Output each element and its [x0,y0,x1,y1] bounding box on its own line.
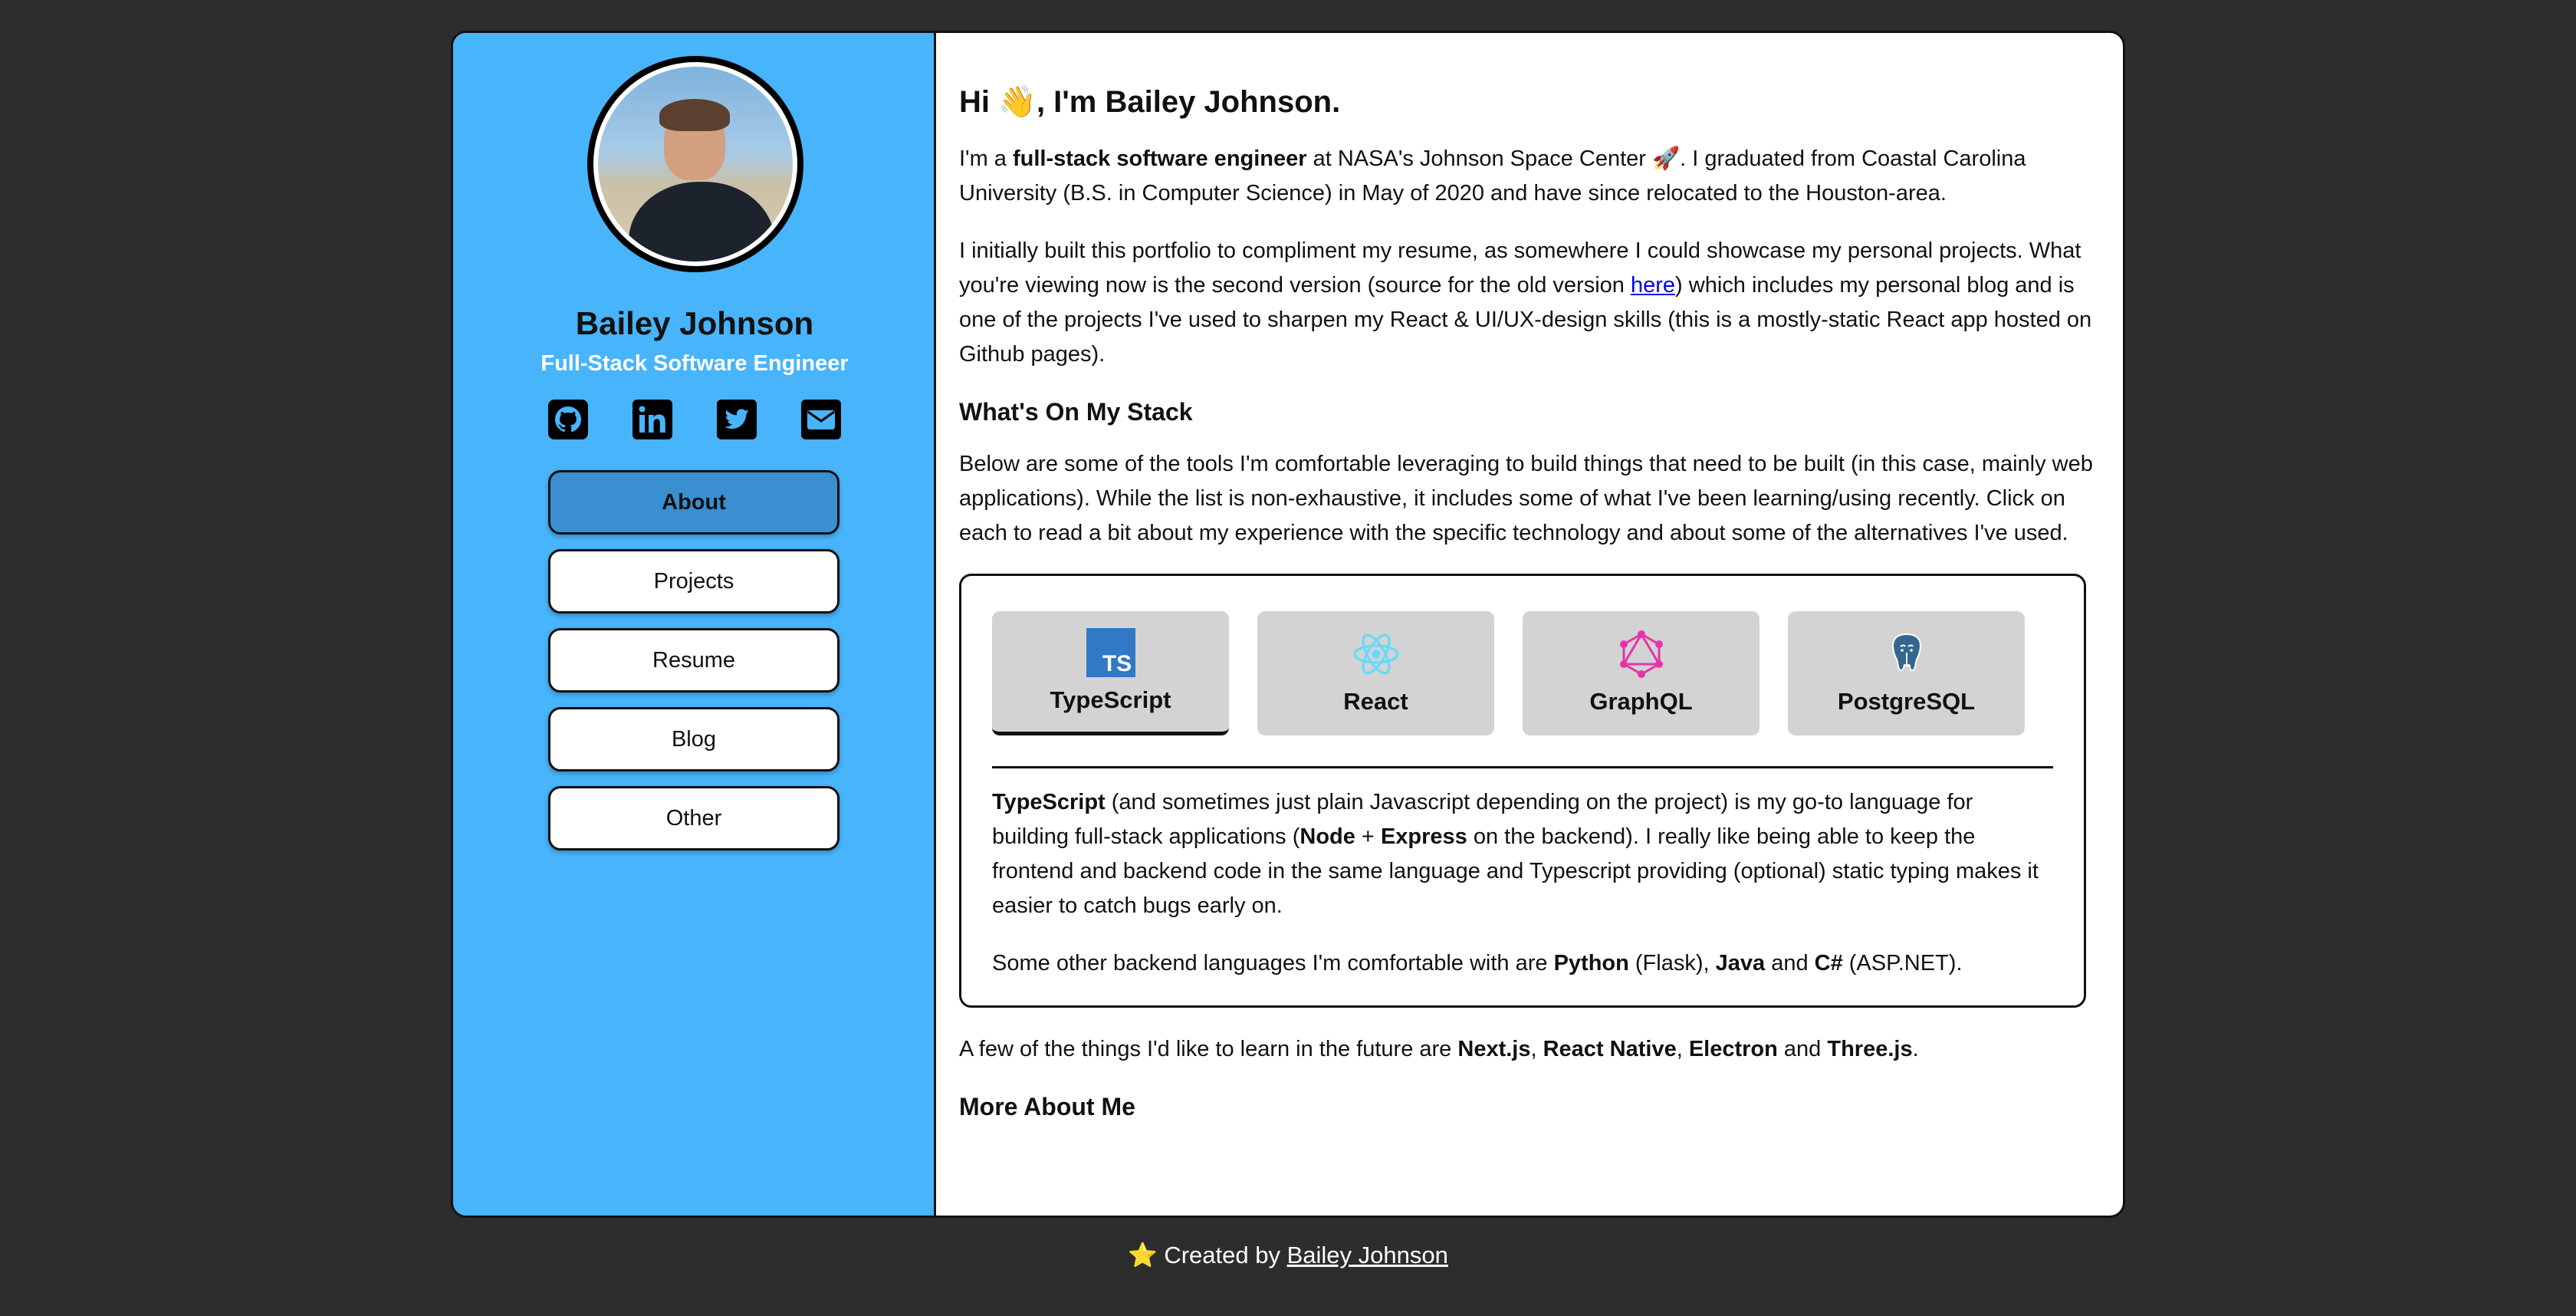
stack-heading: What's On My Stack [959,398,1193,426]
intro-paragraph-2: I initially built this portfolio to comp… [959,239,2092,367]
stack-detail-paragraph-1: TypeScript (and sometimes just plain Jav… [992,790,2039,918]
avatar-photo [598,67,793,262]
avatar [587,56,803,272]
portfolio-card: Bailey Johnson Full-Stack Software Engin… [451,31,2125,1218]
intro-paragraph-1: I'm a full-stack software engineer at NA… [959,146,2026,206]
social-links [453,400,936,439]
svg-text:TS: TS [1102,651,1131,676]
more-about-heading: More About Me [959,1093,1135,1120]
tab-typescript[interactable]: TS TypeScript [992,611,1229,735]
future-learning-paragraph: A few of the things I'd like to learn in… [959,1037,1919,1061]
nav-other-button[interactable]: Other [548,786,840,850]
tab-graphql[interactable]: GraphQL [1523,611,1760,735]
tab-label: React [1343,688,1408,715]
nav-resume-button[interactable]: Resume [548,628,840,693]
wave-emoji-icon: 👋 [998,85,1037,119]
nav-about-button[interactable]: About [548,470,840,535]
rocket-emoji-icon: 🚀 [1652,146,1681,171]
mail-icon[interactable] [801,400,841,439]
tab-postgresql[interactable]: PostgreSQL [1788,611,2025,735]
profile-name: Bailey Johnson [575,305,814,341]
sidebar-nav: About Projects Resume Blog Other [548,470,840,865]
stack-panel: TS TypeScript React GraphQL PostgreSQL T… [959,574,2086,1008]
tab-label: GraphQL [1589,688,1693,715]
stack-detail-paragraph-2: Some other backend languages I'm comfort… [992,951,1963,975]
old-version-link[interactable]: here [1631,273,1675,298]
main-content: Hi 👋, I'm Bailey Johnson. I'm a full-sta… [959,33,2094,1216]
nav-blog-button[interactable]: Blog [548,707,840,772]
nav-projects-button[interactable]: Projects [548,549,840,614]
stack-tabs: TS TypeScript React GraphQL PostgreSQL [992,611,2053,735]
page-title: Hi 👋, I'm Bailey Johnson. [959,85,1341,119]
stack-intro: Below are some of the tools I'm comforta… [959,452,2093,545]
typescript-icon: TS [1086,627,1135,677]
star-icon: ⭐ [1128,1242,1158,1268]
tab-react[interactable]: React [1257,611,1494,735]
graphql-icon [1619,630,1663,678]
sidebar: Bailey Johnson Full-Stack Software Engin… [453,33,936,1216]
twitter-icon[interactable] [717,400,757,439]
linkedin-icon[interactable] [632,400,672,439]
tab-label: TypeScript [1050,686,1171,713]
footer: ⭐ Created by Bailey Johnson [1128,1242,1448,1268]
footer-author-link[interactable]: Bailey Johnson [1287,1242,1448,1268]
postgresql-icon [1891,633,1921,672]
github-icon[interactable] [548,400,588,439]
divider [992,766,2053,768]
profile-title: Full-Stack Software Engineer [540,351,849,376]
react-icon [1353,633,1398,675]
tab-label: PostgreSQL [1837,688,1976,715]
